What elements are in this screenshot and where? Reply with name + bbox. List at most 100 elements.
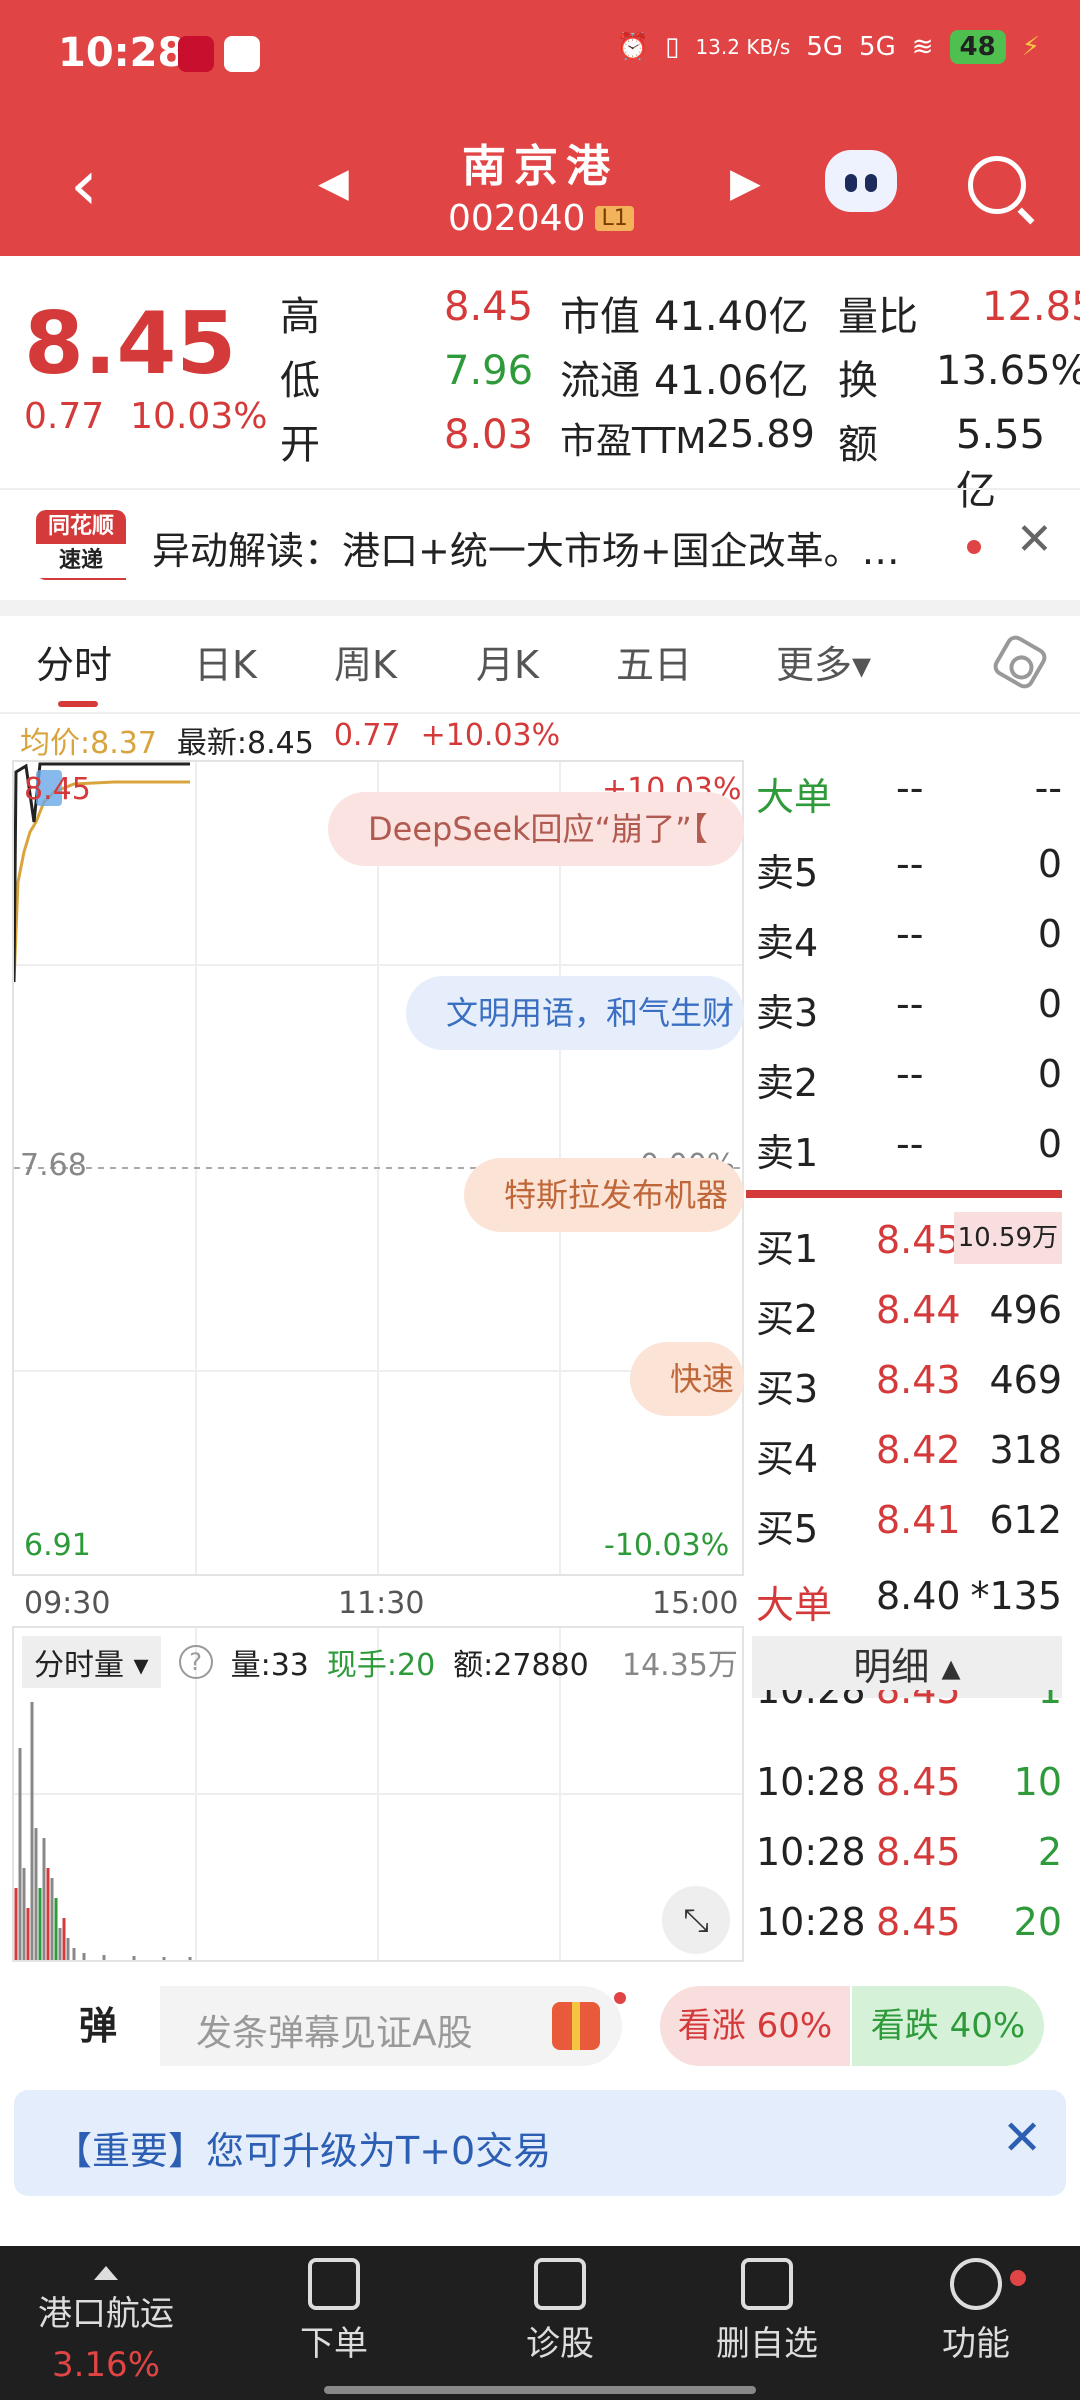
turnover-label: 换 bbox=[838, 358, 878, 404]
volume-max: 14.35万 bbox=[622, 1648, 738, 1683]
stock-code: 002040 L1 bbox=[448, 198, 634, 239]
danmu-bubble[interactable]: 特斯拉发布机器 bbox=[464, 1158, 744, 1232]
tick-price: 8.45 bbox=[876, 1760, 961, 1804]
volratio-label: 量比 bbox=[838, 294, 918, 340]
avg-price: 均价:8.37 bbox=[20, 726, 157, 761]
bid-row[interactable]: 买3 8.43 469 bbox=[746, 1352, 1068, 1412]
bid-row[interactable]: 买2 8.44 496 bbox=[746, 1282, 1068, 1342]
ask-row[interactable]: 卖5 -- 0 bbox=[746, 836, 1068, 896]
current-price: 8.45 bbox=[24, 294, 237, 394]
ask-row[interactable]: 卖3 -- 0 bbox=[746, 976, 1068, 1036]
help-icon[interactable]: ? bbox=[178, 1645, 213, 1679]
ask-row[interactable]: 卖1 -- 0 bbox=[746, 1116, 1068, 1176]
big-order-v1: -- bbox=[896, 766, 924, 810]
tick-time: 10:28 bbox=[756, 1830, 866, 1874]
close-icon[interactable]: ✕ bbox=[1016, 514, 1053, 565]
net-speed: 13.2 KB/s bbox=[695, 35, 791, 59]
bid-price: 8.44 bbox=[876, 1288, 961, 1332]
signal-icon-2: 5G bbox=[859, 32, 896, 62]
bid-label: 买4 bbox=[756, 1437, 819, 1481]
danmu-bubble[interactable]: 快速 bbox=[630, 1342, 744, 1416]
order-label: 下单 bbox=[300, 2324, 368, 2364]
danmu-toggle-button[interactable]: 弹 bbox=[36, 1986, 160, 2066]
stock-code-text: 002040 bbox=[448, 198, 586, 239]
prev-stock-icon[interactable]: ◀ bbox=[318, 160, 349, 206]
tab-weekly-k[interactable]: 周K bbox=[334, 634, 397, 689]
ask-row[interactable]: 卖2 -- 0 bbox=[746, 1046, 1068, 1106]
tab-daily-k[interactable]: 日K bbox=[194, 634, 257, 689]
sector-button[interactable]: 港口航运 3.16% bbox=[38, 2266, 174, 2385]
big-order-price: 8.40 bbox=[876, 1574, 961, 1618]
bid-price: 8.42 bbox=[876, 1428, 961, 1472]
remove-watchlist-button[interactable]: 删自选 bbox=[716, 2258, 818, 2365]
function-button[interactable]: 功能 bbox=[942, 2258, 1010, 2365]
big-order-row-2: 大单 8.40 *135 bbox=[746, 1568, 1068, 1628]
detail-toggle-button[interactable]: 明细 ▴ bbox=[752, 1636, 1062, 1698]
remove-watchlist-label: 删自选 bbox=[716, 2324, 818, 2364]
pe-label: 市盈TTM bbox=[560, 421, 707, 462]
danmu-bubble[interactable]: DeepSeek回应“崩了”【 bbox=[328, 792, 744, 866]
ask-label: 卖4 bbox=[756, 921, 819, 965]
danmu-input[interactable]: 发条弹幕见证A股 bbox=[196, 2004, 473, 2056]
time-axis-mid: 11:30 bbox=[338, 1586, 425, 1621]
high-label: 高 bbox=[280, 294, 320, 340]
ask-volume: 0 bbox=[1037, 1052, 1062, 1096]
turnover-value: 13.65% bbox=[936, 348, 1080, 394]
tick-time: 10:28 bbox=[756, 1690, 866, 1712]
signal-icon-1: 5G bbox=[806, 32, 844, 62]
bid-row[interactable]: 买5 8.41 612 bbox=[746, 1492, 1068, 1552]
pe-value: 25.89 bbox=[706, 412, 815, 456]
vote-bearish-button[interactable]: 看跌 40% bbox=[852, 1986, 1044, 2066]
plus-box-icon bbox=[534, 2258, 586, 2310]
ask-row[interactable]: 卖4 -- 0 bbox=[746, 906, 1068, 966]
volume-hand: 现手:20 bbox=[326, 1648, 436, 1683]
vibrate-icon: ▯ bbox=[665, 32, 680, 62]
logo-line1: 同花顺 bbox=[47, 514, 114, 539]
search-icon[interactable] bbox=[968, 156, 1026, 214]
chart-tabs: 分时 日K 周K 月K 五日 更多▾ bbox=[0, 616, 1080, 716]
volratio-value: 12.85 bbox=[982, 284, 1080, 330]
volume-type-select[interactable]: 分时量 ▾ bbox=[22, 1636, 161, 1688]
upgrade-notice[interactable]: 【重要】您可升级为T+0交易 ✕ bbox=[14, 2090, 1066, 2196]
back-icon[interactable]: ‹ bbox=[70, 150, 98, 220]
tab-five-day[interactable]: 五日 bbox=[616, 634, 692, 689]
bid-label: 买2 bbox=[756, 1297, 819, 1341]
danmu-input-bar[interactable]: 弹 发条弹幕见证A股 bbox=[36, 1986, 626, 2066]
ask-volume: 0 bbox=[1037, 982, 1062, 1026]
fullscreen-icon[interactable]: ⤡ bbox=[662, 1886, 730, 1954]
tab-intraday[interactable]: 分时 bbox=[36, 634, 112, 707]
tab-monthly-k[interactable]: 月K bbox=[476, 634, 539, 689]
diagnose-button[interactable]: 诊股 bbox=[526, 2258, 594, 2365]
gift-icon[interactable] bbox=[552, 2002, 600, 2050]
ask-price: -- bbox=[896, 1122, 924, 1166]
danmu-bubble[interactable]: 文明用语，和气生财 bbox=[406, 976, 744, 1050]
home-indicator[interactable] bbox=[324, 2386, 756, 2394]
bid-price: 8.43 bbox=[876, 1358, 961, 1402]
next-stock-icon[interactable]: ▶ bbox=[730, 160, 761, 206]
level-badge[interactable]: L1 bbox=[595, 206, 634, 231]
order-button[interactable]: 下单 bbox=[300, 2258, 368, 2365]
sector-name: 港口航运 bbox=[38, 2294, 174, 2334]
bid-price: 8.45 bbox=[876, 1218, 961, 1262]
bid-label: 买3 bbox=[756, 1367, 819, 1411]
close-icon[interactable]: ✕ bbox=[1002, 2110, 1042, 2166]
robot-assistant-icon[interactable] bbox=[825, 150, 897, 212]
ask-price: -- bbox=[896, 982, 924, 1026]
notice-text[interactable]: 【重要】您可升级为T+0交易 bbox=[54, 2120, 551, 2175]
stock-name: 南京港 bbox=[462, 141, 618, 192]
banner-text[interactable]: 异动解读：港口+统一大市场+国企改革。… bbox=[152, 520, 900, 575]
sector-pct: 3.16% bbox=[51, 2345, 160, 2385]
bid-price: 8.41 bbox=[876, 1498, 961, 1542]
gift-dot bbox=[614, 1992, 626, 2004]
info-change-pct: +10.03% bbox=[420, 718, 561, 753]
price-change: 0.77 10.03% bbox=[24, 396, 267, 437]
chart-top-left-price: 8.45 bbox=[24, 772, 91, 807]
bottom-toolbar: 港口航运 3.16% 下单 诊股 删自选 功能 bbox=[0, 2246, 1080, 2400]
news-banner[interactable]: 同花顺 速递 异动解读：港口+统一大市场+国企改革。… ✕ bbox=[0, 490, 1080, 600]
big-order-v2: -- bbox=[1034, 766, 1062, 810]
bid-row[interactable]: 买1 8.45 10.59万 bbox=[746, 1212, 1068, 1272]
bid-row[interactable]: 买4 8.42 318 bbox=[746, 1422, 1068, 1482]
chart-settings-icon[interactable] bbox=[989, 631, 1051, 693]
vote-bullish-button[interactable]: 看涨 60% bbox=[660, 1986, 850, 2066]
tab-more[interactable]: 更多▾ bbox=[776, 634, 871, 689]
